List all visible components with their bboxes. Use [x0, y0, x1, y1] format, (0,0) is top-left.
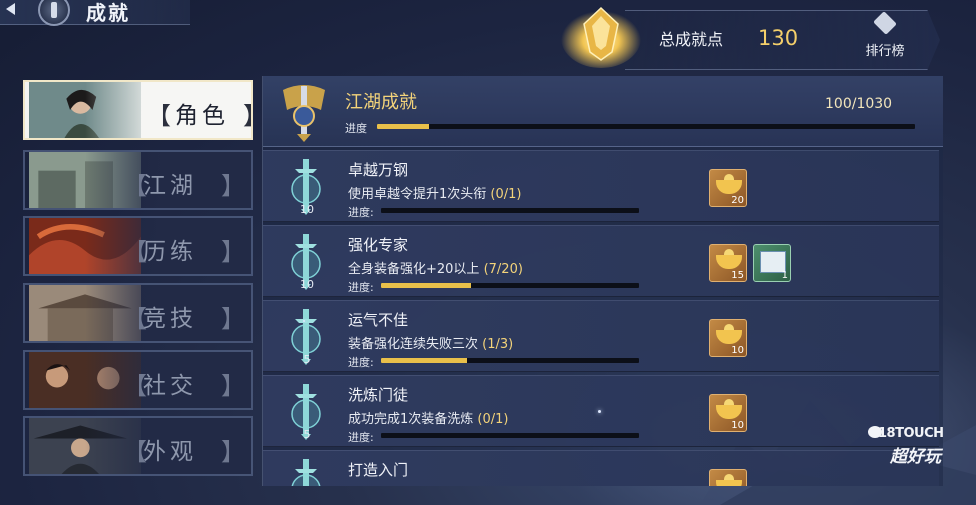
achievement-row[interactable]: 10 卓越万钢使用卓越令提升1次头衔 (0/1) 进度: 20 [263, 150, 939, 222]
summary-progress-label: 进度 [345, 122, 367, 135]
achievement-progress-bar [381, 433, 639, 438]
achievement-desc-text: 装备强化连续失败三次 [348, 337, 479, 352]
achievement-count: (0/1) [490, 187, 522, 202]
achievement-row[interactable]: 5 运气不佳装备强化连续失败三次 (1/3) 进度: 10 [263, 300, 939, 372]
achievement-name: 打造入门 [348, 461, 409, 479]
leaderboard-label: 排行榜 [865, 44, 905, 59]
achievement-level: 10 [300, 278, 314, 291]
reward-qty: 1 [781, 270, 788, 281]
reward-item[interactable] [709, 469, 747, 486]
gold-lamp-icon [716, 399, 742, 419]
watermark-line2: 超好玩 [890, 447, 941, 467]
gold-lamp-icon [716, 474, 742, 486]
gold-lamp-icon [716, 324, 742, 344]
achievement-desc-text: 全身装备强化+20以上 [348, 262, 480, 277]
sparkle [303, 320, 305, 322]
achievement-name: 卓越万钢 [348, 161, 409, 179]
achievement-desc-text: 成功完成1次装备洗炼 [348, 412, 474, 427]
achievement-level: 5 [303, 353, 311, 366]
reward-qty: 15 [731, 270, 744, 281]
summary-count: 100/1030 [825, 96, 893, 112]
reward-qty: 10 [731, 420, 744, 431]
total-points-value: 130 [758, 26, 799, 50]
reward-qty: 10 [731, 345, 744, 356]
reward-qty: 20 [731, 195, 744, 206]
achievement-desc: 全身装备强化+20以上 (7/20) [348, 258, 523, 277]
emblem-icon [38, 0, 70, 26]
achievement-progress-bar [381, 208, 639, 213]
tab-appearance[interactable]: 【 外观 】 [23, 416, 253, 476]
leaderboard-icon [873, 11, 897, 35]
golden-sword-icon [283, 85, 325, 142]
tab-appearance-label: 外观 [143, 439, 197, 465]
achievement-row[interactable]: 5 洗炼门徒成功完成1次装备洗炼 (0/1) 进度: 10 [263, 375, 939, 447]
achievement-desc: 成功完成1次装备洗炼 (0/1) [348, 408, 509, 427]
summary-card: 江湖成就 100/1030 进度 [263, 76, 943, 147]
tab-experience-label: 历练 [143, 239, 197, 265]
summary-progress-bar [377, 124, 915, 129]
leaderboard-button[interactable]: 排行榜 [858, 11, 912, 60]
achievement-level: 10 [300, 203, 314, 216]
back-arrow-icon[interactable] [6, 3, 15, 15]
achievement-panel: 江湖成就 100/1030 进度 10 卓越万钢使用卓越令提升1次头衔 (0/1)… [262, 76, 943, 486]
achievement-progress-label: 进度: [348, 281, 374, 294]
title-bar: 成就 [0, 0, 190, 26]
tab-role[interactable]: 【 角色 】 [23, 80, 253, 140]
tab-arena-label: 竞技 [143, 306, 197, 332]
achievement-progress-bar [381, 283, 639, 288]
tab-social-label: 社交 [143, 373, 197, 399]
tab-role-label: 角色 [175, 103, 229, 129]
reward-item[interactable]: 15 [709, 244, 747, 282]
page-title: 成就 [86, 1, 130, 25]
summary-title: 江湖成就 [345, 92, 417, 113]
achievement-desc: 装备强化连续失败三次 (1/3) [348, 333, 513, 352]
achievement-progress-fill [381, 283, 472, 288]
achievement-count: (1/3) [482, 337, 514, 352]
tab-jianghu[interactable]: 【 江湖 】 [23, 150, 253, 210]
achievement-progress-label: 进度: [348, 206, 374, 219]
watermark-logo: 18TOUCH 超好玩 [868, 422, 968, 467]
reward-item[interactable]: 20 [709, 169, 747, 207]
achievement-level: 5 [303, 428, 311, 441]
reward-item[interactable]: 10 [709, 394, 747, 432]
sparkle [598, 410, 601, 413]
achievement-progress-fill [381, 358, 467, 363]
tab-social[interactable]: 【 社交 】 [23, 350, 253, 410]
achievement-count: (0/1) [477, 412, 509, 427]
achievement-progress-label: 进度: [348, 356, 374, 369]
achievement-crest-icon [561, 6, 641, 68]
achievement-name: 洗炼门徒 [348, 386, 409, 404]
achievement-name: 运气不佳 [348, 311, 409, 329]
achievement-name: 强化专家 [348, 236, 409, 254]
tab-arena[interactable]: 【 竞技 】 [23, 283, 253, 343]
achievement-count: (7/20) [483, 262, 523, 277]
achievement-row[interactable]: 打造入门 [263, 450, 939, 486]
total-points-label: 总成就点 [659, 30, 724, 49]
sword-badge-icon [291, 459, 321, 486]
tab-jianghu-label: 江湖 [143, 173, 197, 199]
achievement-row[interactable]: 10 强化专家全身装备强化+20以上 (7/20) 进度: 15 1 [263, 225, 939, 297]
summary-progress-fill [377, 124, 430, 129]
gold-lamp-icon [716, 174, 742, 194]
achievement-desc-text: 使用卓越令提升1次头衔 [348, 187, 487, 202]
tab-experience[interactable]: 【 历练 】 [23, 216, 253, 276]
reward-item[interactable]: 10 [709, 319, 747, 357]
achievement-progress-label: 进度: [348, 431, 374, 444]
watermark-line1: 18TOUCH [878, 426, 944, 441]
achievement-desc: 使用卓越令提升1次头衔 (0/1) [348, 183, 522, 202]
gold-lamp-icon [716, 249, 742, 269]
reward-item[interactable]: 1 [753, 244, 791, 282]
achievement-progress-bar [381, 358, 639, 363]
